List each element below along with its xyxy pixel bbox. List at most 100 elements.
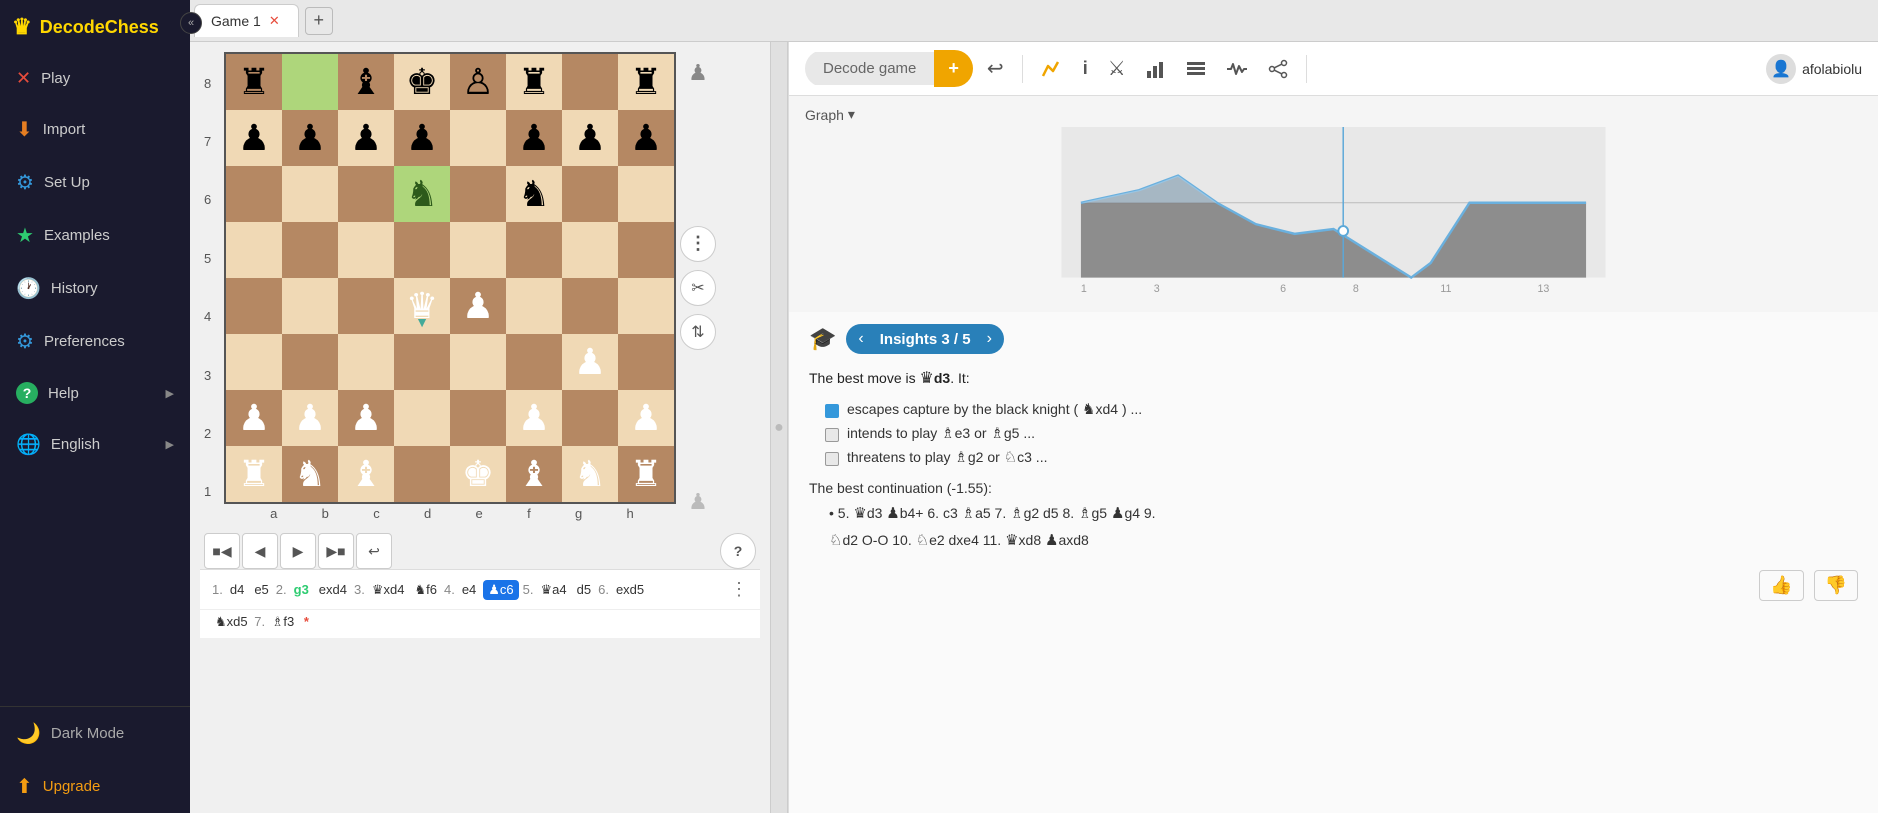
square-e6[interactable] [450,166,506,222]
square-f5[interactable] [506,222,562,278]
decode-game-button[interactable]: Decode game + [805,50,973,87]
square-b2[interactable]: ♟ [282,390,338,446]
undo-move-button[interactable]: ↩ [356,533,392,569]
move-4b[interactable]: ♟c6 [483,580,518,600]
square-e3[interactable] [450,334,506,390]
flip-button[interactable]: ⇅ [680,314,716,350]
square-h4[interactable] [618,278,674,334]
square-g8[interactable] [562,54,618,110]
square-a4[interactable] [226,278,282,334]
square-e2[interactable] [450,390,506,446]
square-g5[interactable] [562,222,618,278]
move-2w[interactable]: g3 [291,580,312,599]
square-a7[interactable]: ♟ [226,110,282,166]
tab-game1[interactable]: Game 1 ✕ [194,4,299,37]
square-a6[interactable] [226,166,282,222]
user-profile-button[interactable]: 👤 afolabiolu [1766,54,1862,84]
move-4w[interactable]: e4 [459,580,479,599]
info-icon-button[interactable]: i [1077,54,1094,83]
square-g2[interactable] [562,390,618,446]
square-h8[interactable]: ♜ [618,54,674,110]
graph-dropdown-icon[interactable]: ▾ [848,106,855,123]
square-h3[interactable] [618,334,674,390]
square-c3[interactable] [338,334,394,390]
square-h1[interactable]: ♜ [618,446,674,502]
more-moves-button[interactable]: ⋮ [730,579,748,600]
move-6b[interactable]: ♞xd5 [212,612,251,631]
pulse-button[interactable] [1220,54,1254,84]
sidebar-item-history[interactable]: 🕐 History [0,262,190,315]
square-d7[interactable]: ♟ [394,110,450,166]
options-button[interactable]: ⋮ [680,226,716,262]
square-b4[interactable] [282,278,338,334]
square-g3[interactable]: ♟ [562,334,618,390]
bar-chart-button[interactable] [1140,55,1172,83]
square-d1[interactable] [394,446,450,502]
square-f7[interactable]: ♟ [506,110,562,166]
square-a1[interactable]: ♜ [226,446,282,502]
move-6w[interactable]: exd5 [613,580,647,599]
square-d2[interactable] [394,390,450,446]
sidebar-item-examples[interactable]: ★ Examples [0,209,190,262]
square-f1[interactable]: ♝ [506,446,562,502]
square-b3[interactable] [282,334,338,390]
thumbs-up-button[interactable]: 👍 [1759,570,1803,601]
thumbs-down-button[interactable]: 👎 [1814,570,1858,601]
sidebar-item-import[interactable]: ⬇ Import [0,103,190,156]
square-h7[interactable]: ♟ [618,110,674,166]
square-e4[interactable]: ♟ [450,278,506,334]
first-move-button[interactable]: ■◀ [204,533,240,569]
sidebar-item-darkmode[interactable]: 🌙 Dark Mode [0,707,190,760]
scissors-button[interactable]: ✂ [680,270,716,306]
move-1b[interactable]: e5 [251,580,271,599]
square-g7[interactable]: ♟ [562,110,618,166]
help-button[interactable]: ? [720,533,756,569]
next-move-button[interactable]: ▶ [280,533,316,569]
sidebar-collapse-button[interactable]: « [180,12,202,34]
undo-toolbar-button[interactable]: ↩ [981,52,1010,85]
square-h2[interactable]: ♟ [618,390,674,446]
square-a2[interactable]: ♟ [226,390,282,446]
square-c6[interactable] [338,166,394,222]
square-c8[interactable]: ♝ [338,54,394,110]
last-move-button[interactable]: ▶■ [318,533,354,569]
prev-move-button[interactable]: ◀ [242,533,278,569]
square-h5[interactable] [618,222,674,278]
square-a5[interactable] [226,222,282,278]
moves-list-button[interactable] [1180,55,1212,83]
square-b1[interactable]: ♞ [282,446,338,502]
square-d4[interactable]: ♛ ▼ [394,278,450,334]
square-b5[interactable] [282,222,338,278]
square-e8[interactable]: ♙ [450,54,506,110]
move-3w[interactable]: ♛xd4 [369,580,408,600]
square-f8[interactable]: ♜ [506,54,562,110]
graph-icon-button[interactable] [1035,54,1069,84]
square-c4[interactable] [338,278,394,334]
square-b8[interactable] [282,54,338,110]
square-f3[interactable] [506,334,562,390]
sidebar-item-english[interactable]: 🌐 English ▶ [0,418,190,471]
square-d5[interactable] [394,222,450,278]
square-h6[interactable] [618,166,674,222]
square-d6[interactable]: ♞ [394,166,450,222]
square-e1[interactable]: ♚ [450,446,506,502]
move-5b[interactable]: d5 [574,580,594,599]
square-b7[interactable]: ♟ [282,110,338,166]
square-e5[interactable] [450,222,506,278]
insights-next-button[interactable]: › [975,324,1004,354]
square-f2[interactable]: ♟ [506,390,562,446]
square-g1[interactable]: ♞ [562,446,618,502]
square-e7[interactable] [450,110,506,166]
sidebar-item-upgrade[interactable]: ⬆ Upgrade [0,760,190,813]
square-g4[interactable] [562,278,618,334]
sidebar-item-preferences[interactable]: ⚙ Preferences [0,315,190,368]
square-a3[interactable] [226,334,282,390]
square-f4[interactable] [506,278,562,334]
tab-close-button[interactable]: ✕ [267,13,282,29]
square-d8[interactable]: ♚ [394,54,450,110]
move-2b[interactable]: exd4 [316,580,350,599]
square-c7[interactable]: ♟ [338,110,394,166]
sidebar-item-help[interactable]: ? Help ▶ [0,368,190,418]
crossed-swords-button[interactable]: ⚔ [1102,52,1132,85]
square-d3[interactable] [394,334,450,390]
